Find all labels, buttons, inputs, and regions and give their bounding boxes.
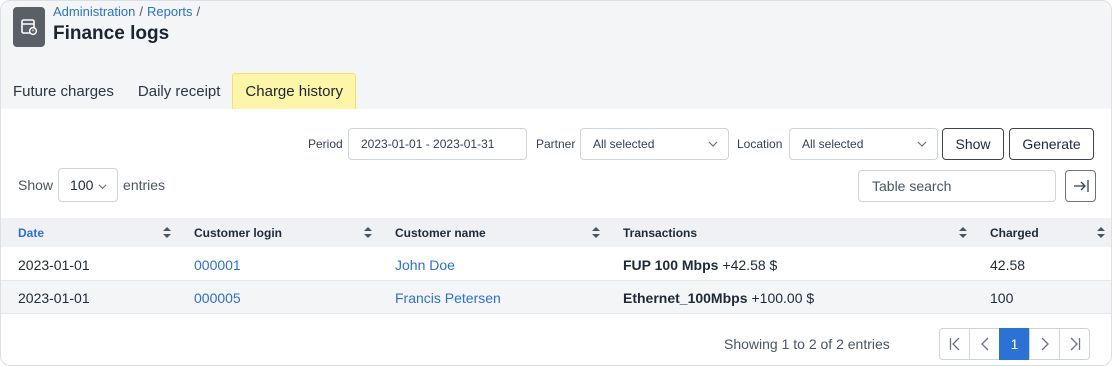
table-search-input[interactable]: Table search	[858, 170, 1056, 202]
sort-icon[interactable]	[364, 227, 372, 238]
tab-daily-receipt[interactable]: Daily receipt	[126, 73, 233, 109]
entries-length: Show 100 entries	[18, 168, 166, 202]
column-header-customer-name[interactable]: Customer name	[395, 218, 486, 247]
partner-label: Partner	[536, 137, 576, 151]
period-input[interactable]: 2023-01-01 - 2023-01-31	[348, 128, 527, 160]
cell-date: 2023-01-01	[18, 289, 90, 306]
chevron-down-icon	[917, 141, 927, 147]
cell-transactions: Ethernet_100Mbps +100.00 $	[623, 281, 814, 314]
table-row: 2023-01-01 000005 Francis Petersen Ether…	[1, 281, 1111, 314]
breadcrumb-separator: /	[139, 4, 143, 19]
entries-label: entries	[123, 177, 166, 193]
table-info: Showing 1 to 2 of 2 entries	[724, 336, 890, 352]
chevron-down-icon	[708, 141, 718, 147]
column-header-date[interactable]: Date	[18, 218, 44, 247]
tab-bar: Future charges Daily receipt Charge hist…	[1, 73, 356, 109]
cell-customer-login[interactable]: 000005	[194, 281, 241, 314]
cell-customer-name[interactable]: John Doe	[395, 248, 455, 281]
breadcrumb-separator: /	[196, 4, 201, 19]
show-label: Show	[18, 177, 54, 193]
sort-icon[interactable]	[163, 227, 171, 238]
export-icon	[1073, 180, 1089, 192]
table-row: 2023-01-01 000001 John Doe FUP 100 Mbps …	[1, 248, 1111, 281]
entries-select[interactable]: 100	[58, 168, 119, 202]
transaction-name: FUP 100 Mbps	[623, 256, 719, 273]
show-button[interactable]: Show	[942, 128, 1004, 160]
table-header: Date Customer login Customer name Transa…	[1, 218, 1111, 247]
cell-transactions: FUP 100 Mbps +42.58 $	[623, 248, 777, 281]
pagination: 1	[939, 328, 1090, 360]
column-header-charged[interactable]: Charged	[990, 218, 1039, 247]
cell-customer-name[interactable]: Francis Petersen	[395, 281, 501, 314]
sort-icon[interactable]	[959, 227, 967, 238]
tab-charge-history[interactable]: Charge history	[232, 73, 356, 109]
column-header-transactions[interactable]: Transactions	[623, 218, 697, 247]
cell-customer-login[interactable]: 000001	[194, 248, 241, 281]
period-label: Period	[308, 137, 343, 151]
filter-bar: Period 2023-01-01 - 2023-01-31 Partner A…	[1, 128, 1111, 160]
partner-value: All selected	[593, 137, 655, 151]
sort-icon[interactable]	[1097, 227, 1105, 238]
table-search-placeholder: Table search	[872, 178, 952, 194]
transaction-name: Ethernet_100Mbps	[623, 289, 748, 306]
location-value: All selected	[802, 137, 864, 151]
page-button-current[interactable]: 1	[999, 328, 1030, 360]
export-button[interactable]	[1065, 170, 1096, 202]
column-header-customer-login[interactable]: Customer login	[194, 218, 282, 247]
breadcrumb-administration[interactable]: Administration	[53, 4, 135, 19]
next-page-button[interactable]	[1029, 328, 1060, 360]
prev-page-button[interactable]	[969, 328, 1000, 360]
breadcrumb: Administration / Reports /	[53, 4, 204, 19]
last-page-button[interactable]	[1059, 328, 1090, 360]
page-title: Finance logs	[53, 23, 170, 44]
report-icon	[13, 7, 45, 47]
page-header: Administration / Reports / Finance logs Fut…	[1, 1, 1111, 109]
next-page-icon	[1041, 337, 1049, 351]
entries-value: 100	[70, 177, 94, 193]
cell-charged: 42.58	[990, 256, 1026, 273]
transaction-amount: +42.58 $	[722, 256, 778, 273]
first-page-button[interactable]	[939, 328, 970, 360]
window: Administration / Reports / Finance logs Fut…	[0, 0, 1112, 366]
prev-page-icon	[980, 337, 988, 351]
period-value: 2023-01-01 - 2023-01-31	[361, 137, 495, 151]
first-page-icon	[949, 337, 959, 351]
transaction-amount: +100.00 $	[751, 289, 815, 306]
cell-date: 2023-01-01	[18, 256, 90, 273]
sort-icon[interactable]	[592, 227, 600, 238]
partner-select[interactable]: All selected	[580, 128, 729, 160]
breadcrumb-reports[interactable]: Reports	[147, 4, 193, 19]
location-label: Location	[737, 137, 783, 151]
last-page-icon	[1070, 337, 1080, 351]
generate-button[interactable]: Generate	[1009, 128, 1094, 160]
cell-charged: 100	[990, 289, 1014, 306]
location-select[interactable]: All selected	[789, 128, 938, 160]
tab-future-charges[interactable]: Future charges	[1, 73, 126, 109]
chevron-down-icon	[98, 184, 107, 190]
